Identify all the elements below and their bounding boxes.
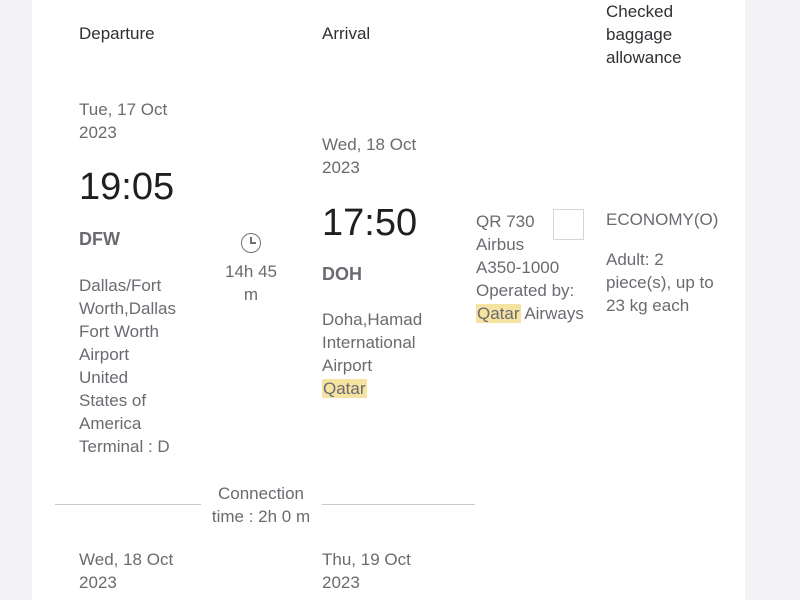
baggage-info: ECONOMY(O) Adult: 2 piece(s), up to 23 k…	[606, 208, 718, 317]
connection-time: Connection time : 2h 0 m	[211, 484, 311, 526]
flight-select-checkbox[interactable]	[553, 209, 584, 240]
departure-date: Tue, 17 Oct 2023	[79, 100, 168, 142]
connection-divider-left	[55, 504, 201, 505]
baggage-allowance: Adult: 2 piece(s), up to 23 kg each	[606, 250, 714, 315]
arrival-header: Arrival	[322, 24, 371, 43]
segment2-departure-date: Wed, 18 Oct 2023	[79, 550, 174, 592]
arrival-airport-code: DOH	[322, 264, 362, 284]
flight-operator: Qatar Airways	[476, 304, 584, 323]
cabin-class: ECONOMY(O)	[606, 210, 719, 229]
arrival-date: Wed, 18 Oct 2023	[322, 135, 417, 177]
connection-divider-right	[322, 504, 475, 505]
departure-time: 19:05	[79, 166, 175, 208]
arrival-country: Qatar	[322, 379, 367, 398]
arrival-time: 17:50	[322, 202, 418, 244]
departure-header: Departure	[79, 24, 155, 43]
baggage-header: Checked baggage allowance	[606, 2, 682, 67]
segment2-arrival-date: Thu, 19 Oct 2023	[322, 550, 411, 592]
departure-airport-details: Dallas/Fort Worth,Dallas Fort Worth Airp…	[79, 276, 176, 456]
departure-terminal: Terminal : D	[79, 437, 170, 456]
clock-icon	[241, 233, 261, 253]
departure-airport-code: DFW	[79, 229, 120, 249]
arrival-airport-details: Doha,Hamad International Airport Qatar	[322, 310, 423, 398]
flight-duration: 14h 45 m	[225, 262, 277, 304]
